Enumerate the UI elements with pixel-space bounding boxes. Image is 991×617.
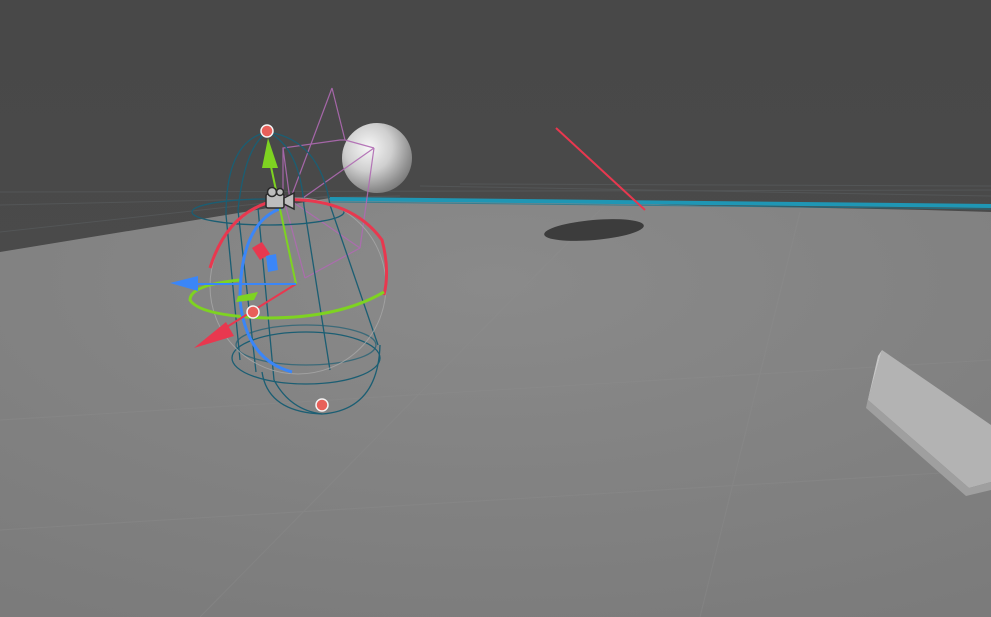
floor-plane[interactable] [0,198,991,617]
collider-handle-top[interactable] [260,124,274,138]
collider-handle-bottom[interactable] [315,398,329,412]
collider-handle-middle[interactable] [246,305,260,319]
scene-viewport[interactable] [0,0,991,617]
plane-handle-yz[interactable] [266,254,278,272]
scene-canvas[interactable] [0,0,991,617]
sphere[interactable] [342,123,412,193]
